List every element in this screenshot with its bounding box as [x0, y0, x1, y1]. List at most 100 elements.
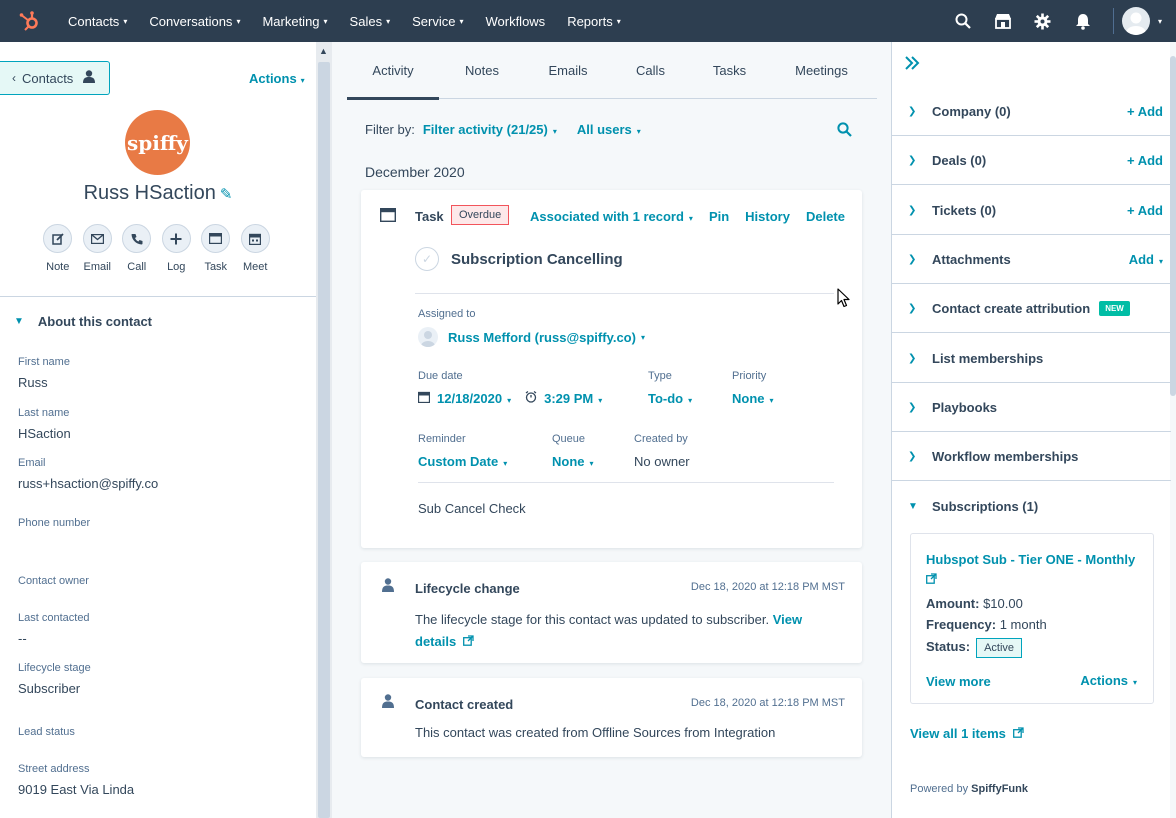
- bell-icon[interactable]: [1063, 13, 1103, 30]
- task-icon: [201, 224, 231, 253]
- queue-dropdown[interactable]: None ▾: [552, 454, 594, 469]
- pencil-icon[interactable]: ✎: [220, 186, 233, 203]
- nav-service[interactable]: Service ▾: [412, 14, 463, 29]
- chevron-down-icon: ▾: [598, 396, 603, 405]
- field-phone-number[interactable]: Phone number: [18, 517, 90, 536]
- associated-records-dropdown[interactable]: Associated with 1 record ▾: [514, 209, 693, 224]
- delete-link[interactable]: Delete: [806, 209, 845, 224]
- subscription-name-link[interactable]: Hubspot Sub - Tier ONE - Monthly: [926, 550, 1141, 590]
- email-action[interactable]: Email: [78, 224, 118, 273]
- tab-calls[interactable]: Calls: [611, 42, 690, 99]
- section-attachments[interactable]: ❯ Attachments Add ▾: [892, 235, 1171, 284]
- field-lifecycle-stage[interactable]: Lifecycle stage Subscriber: [18, 662, 91, 696]
- tab-tasks[interactable]: Tasks: [690, 42, 769, 99]
- hubspot-logo-icon[interactable]: [0, 0, 58, 42]
- about-section-toggle[interactable]: ▼ About this contact: [14, 314, 152, 329]
- task-action[interactable]: Task: [196, 224, 236, 273]
- sidebar-scrollbar[interactable]: ▲: [316, 42, 332, 818]
- filter-users-dropdown[interactable]: All users ▾: [577, 122, 641, 137]
- history-link[interactable]: History: [745, 209, 790, 224]
- field-contact-owner[interactable]: Contact owner: [18, 575, 89, 594]
- view-all-label: View all 1 items: [910, 726, 1006, 741]
- tab-emails[interactable]: Emails: [525, 42, 611, 99]
- task-action-label: Task: [204, 261, 228, 273]
- nav-sales[interactable]: Sales ▾: [350, 14, 391, 29]
- meet-action[interactable]: Meet: [236, 224, 276, 273]
- nav-workflows[interactable]: Workflows: [485, 14, 545, 29]
- assignee-dropdown[interactable]: Russ Mefford (russ@spiffy.co) ▾: [418, 327, 645, 347]
- section-subscriptions[interactable]: ▼ Subscriptions (1): [892, 482, 1171, 531]
- tab-activity[interactable]: Activity: [347, 42, 439, 100]
- view-more-link[interactable]: View more: [926, 674, 991, 689]
- search-icon[interactable]: [837, 122, 852, 140]
- task-notes[interactable]: Sub Cancel Check: [418, 501, 526, 516]
- nav-reports[interactable]: Reports ▾: [567, 14, 621, 29]
- field-label: Contact owner: [18, 575, 89, 587]
- field-last-contacted[interactable]: Last contacted --: [18, 612, 90, 646]
- field-email[interactable]: Email russ+hsaction@spiffy.co: [18, 457, 158, 491]
- section-tickets[interactable]: ❯ Tickets (0) + Add: [892, 186, 1171, 235]
- field-value: Subscriber: [18, 681, 81, 696]
- priority-field: Priority None ▾: [732, 370, 774, 406]
- section-deals[interactable]: ❯ Deals (0) + Add: [892, 136, 1171, 185]
- section-workflow-memberships[interactable]: ❯ Workflow memberships: [892, 432, 1171, 481]
- queue-field: Queue None ▾: [552, 433, 594, 469]
- task-title[interactable]: Subscription Cancelling: [451, 251, 623, 268]
- subscription-actions-dropdown[interactable]: Actions ▾: [1080, 673, 1137, 688]
- field-label: Created by: [634, 433, 688, 445]
- email-icon: [82, 224, 112, 253]
- log-action[interactable]: Log: [157, 224, 197, 273]
- pin-link[interactable]: Pin: [709, 209, 729, 224]
- nav-conversations[interactable]: Conversations ▾: [149, 14, 240, 29]
- filter-activity-dropdown[interactable]: Filter activity (21/25) ▾: [423, 122, 557, 137]
- type-dropdown[interactable]: To-do ▾: [648, 391, 692, 406]
- field-last-name[interactable]: Last name HSaction: [18, 407, 71, 441]
- gear-icon[interactable]: [1023, 13, 1063, 30]
- back-to-contacts-button[interactable]: ‹ Contacts: [0, 61, 110, 95]
- contact-created-card: Contact created Dec 18, 2020 at 12:18 PM…: [361, 678, 862, 757]
- activity-tabs: Activity Notes Emails Calls Tasks Meetin…: [347, 42, 877, 100]
- add-deal-button[interactable]: + Add: [1127, 153, 1163, 168]
- powered-by-brand[interactable]: SpiffyFunk: [971, 783, 1028, 795]
- chevron-down-icon: ▾: [769, 396, 774, 405]
- tab-label: Meetings: [795, 63, 848, 78]
- section-company[interactable]: ❯ Company (0) + Add: [892, 87, 1171, 136]
- add-company-button[interactable]: + Add: [1127, 104, 1163, 119]
- add-ticket-button[interactable]: + Add: [1127, 203, 1163, 218]
- add-attachment-dropdown[interactable]: Add ▾: [1129, 252, 1163, 267]
- nav-conversations-label: Conversations: [149, 13, 233, 29]
- due-date-dropdown[interactable]: 12/18/2020 ▾: [437, 391, 511, 406]
- field-lead-status[interactable]: Lead status: [18, 726, 75, 745]
- tab-notes[interactable]: Notes: [439, 42, 525, 99]
- priority-dropdown[interactable]: None ▾: [732, 391, 774, 406]
- collapse-sidebar-icon[interactable]: [904, 54, 920, 75]
- due-time-dropdown[interactable]: 3:29 PM ▾: [544, 391, 602, 406]
- nav-contacts[interactable]: Contacts ▾: [68, 14, 127, 29]
- person-icon: [382, 694, 394, 711]
- section-list-memberships[interactable]: ❯ List memberships: [892, 334, 1171, 383]
- chevron-down-icon: ▾: [688, 396, 693, 405]
- field-first-name[interactable]: First name Russ: [18, 356, 70, 390]
- field-street-address[interactable]: Street address 9019 East Via Linda: [18, 763, 134, 797]
- nav-marketing[interactable]: Marketing ▾: [262, 14, 327, 29]
- chevron-down-icon[interactable]: ▾: [1158, 17, 1162, 26]
- user-avatar-icon[interactable]: [1121, 7, 1150, 35]
- note-action[interactable]: Note: [38, 224, 78, 273]
- edit-icon: [43, 224, 73, 253]
- search-icon[interactable]: [943, 13, 983, 29]
- call-action[interactable]: Call: [117, 224, 157, 273]
- complete-task-checkbox[interactable]: ✓: [415, 247, 439, 271]
- scrollbar-thumb[interactable]: [318, 62, 330, 818]
- section-contact-create-attribution[interactable]: ❯ Contact create attribution NEW: [892, 284, 1171, 333]
- view-all-subscriptions-link[interactable]: View all 1 items: [910, 726, 1024, 741]
- section-title: Tickets (0): [932, 202, 997, 218]
- top-navigation: Contacts ▾ Conversations ▾ Marketing ▾ Sale…: [0, 0, 1176, 42]
- contact-actions-dropdown[interactable]: Actions ▾: [249, 71, 305, 86]
- marketplace-icon[interactable]: [983, 13, 1023, 29]
- section-playbooks[interactable]: ❯ Playbooks: [892, 383, 1171, 432]
- scroll-up-icon[interactable]: ▲: [319, 46, 328, 56]
- reminder-dropdown[interactable]: Custom Date ▾: [418, 454, 507, 469]
- field-label: Phone number: [18, 517, 91, 529]
- tab-meetings[interactable]: Meetings: [769, 42, 874, 99]
- tab-label: Activity: [372, 63, 414, 78]
